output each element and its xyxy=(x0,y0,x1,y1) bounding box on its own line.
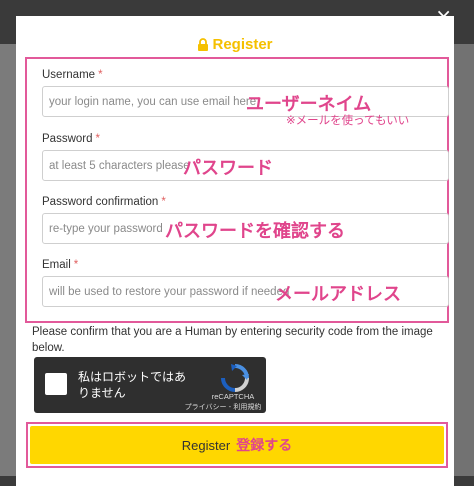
required-mark: * xyxy=(73,259,79,271)
password-confirmation-label: Password confirmation * xyxy=(42,196,166,208)
required-mark: * xyxy=(98,69,103,81)
email-annotation: メールアドレス xyxy=(275,284,401,305)
password-annotation: パスワード xyxy=(183,158,273,179)
recaptcha-logo-icon xyxy=(221,364,249,392)
form-fields-highlight: Username* ユーザーネイム ※メールを使ってもいい Password* … xyxy=(25,57,449,323)
modal-title-text: Register xyxy=(212,36,273,53)
recaptcha-brand: reCAPTCHA xyxy=(211,392,255,401)
username-annotation-note: ※メールを使ってもいい xyxy=(286,113,410,127)
password-confirmation-annotation: パスワードを確認する xyxy=(165,221,345,242)
human-confirm-text: Please confirm that you are a Human by e… xyxy=(32,326,433,354)
recaptcha-privacy-terms-link[interactable]: プライバシー - 利用規約 xyxy=(180,402,266,412)
modal-title: Register xyxy=(16,36,454,53)
password-label: Password * xyxy=(42,133,100,145)
recaptcha-widget: 私はロボットではありません reCAPTCHA プライバシー - 利用規約 xyxy=(34,357,266,413)
register-button-label: Register xyxy=(181,437,231,453)
captcha-checkbox-label: 私はロボットではありません xyxy=(78,370,187,400)
required-mark: * xyxy=(161,196,166,208)
required-mark: * xyxy=(95,133,100,145)
lock-icon xyxy=(198,38,209,51)
register-button-annotation: 登録する xyxy=(236,438,293,454)
backdrop-right-strip xyxy=(454,44,474,486)
register-button[interactable]: Register 登録する xyxy=(30,426,444,464)
captcha-checkbox[interactable] xyxy=(45,373,67,395)
register-modal: Register Username* ユーザーネイム ※メールを使ってもいい P… xyxy=(16,16,454,486)
email-label: Email * xyxy=(42,259,79,271)
register-button-highlight: Register 登録する xyxy=(26,422,448,468)
username-label: Username * xyxy=(42,69,103,81)
